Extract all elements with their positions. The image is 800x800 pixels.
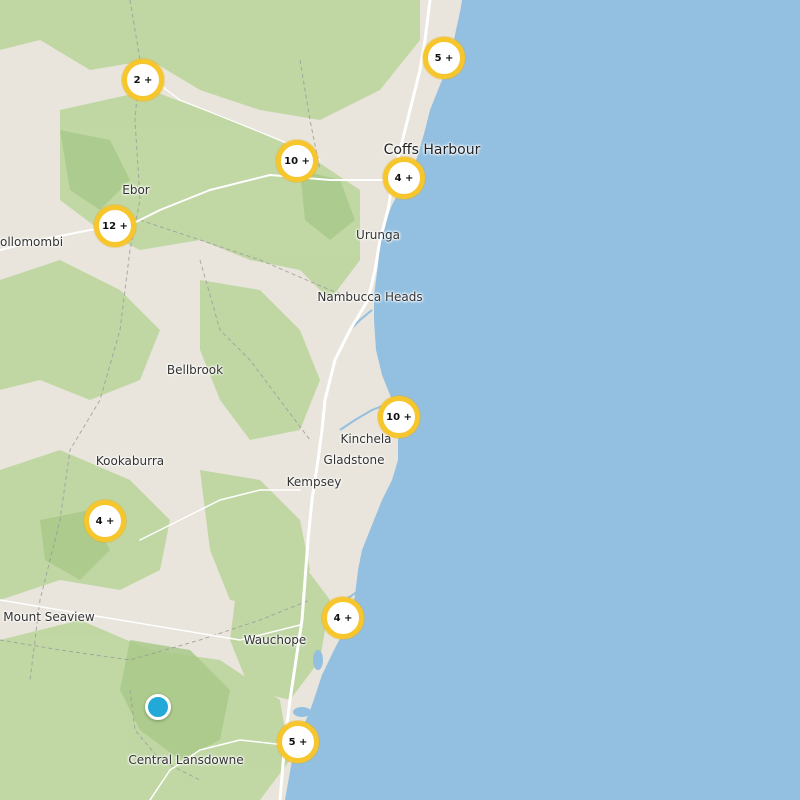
map-view[interactable]: Coffs Harbour Ebor ollomombi Urunga Namb… bbox=[0, 0, 800, 800]
cluster-marker[interactable]: 10 + bbox=[276, 140, 318, 182]
place-label-gladstone: Gladstone bbox=[323, 453, 385, 467]
cluster-marker[interactable]: 12 + bbox=[94, 205, 136, 247]
place-label-wauchope: Wauchope bbox=[243, 633, 307, 647]
place-label-kookaburra: Kookaburra bbox=[95, 454, 165, 468]
cluster-marker[interactable]: 2 + bbox=[122, 59, 164, 101]
place-label-nambucca-heads: Nambucca Heads bbox=[317, 290, 423, 304]
place-label-central-lansdowne: Central Lansdowne bbox=[128, 753, 244, 767]
location-marker[interactable] bbox=[145, 694, 171, 720]
cluster-marker[interactable]: 4 + bbox=[322, 597, 364, 639]
place-label-ebor: Ebor bbox=[122, 183, 150, 197]
cluster-marker[interactable]: 5 + bbox=[277, 721, 319, 763]
place-label-urunga: Urunga bbox=[356, 228, 400, 242]
cluster-marker[interactable]: 4 + bbox=[383, 157, 425, 199]
cluster-marker[interactable]: 5 + bbox=[423, 37, 465, 79]
place-label-coffs-harbour: Coffs Harbour bbox=[383, 142, 481, 158]
place-label-ollomombi: ollomombi bbox=[0, 235, 64, 249]
place-label-mount-seaview: Mount Seaview bbox=[3, 610, 95, 624]
place-label-bellbrook: Bellbrook bbox=[166, 363, 224, 377]
place-label-kinchela: Kinchela bbox=[340, 432, 392, 446]
place-label-kempsey: Kempsey bbox=[286, 475, 342, 489]
cluster-marker[interactable]: 10 + bbox=[378, 396, 420, 438]
cluster-marker[interactable]: 4 + bbox=[84, 500, 126, 542]
